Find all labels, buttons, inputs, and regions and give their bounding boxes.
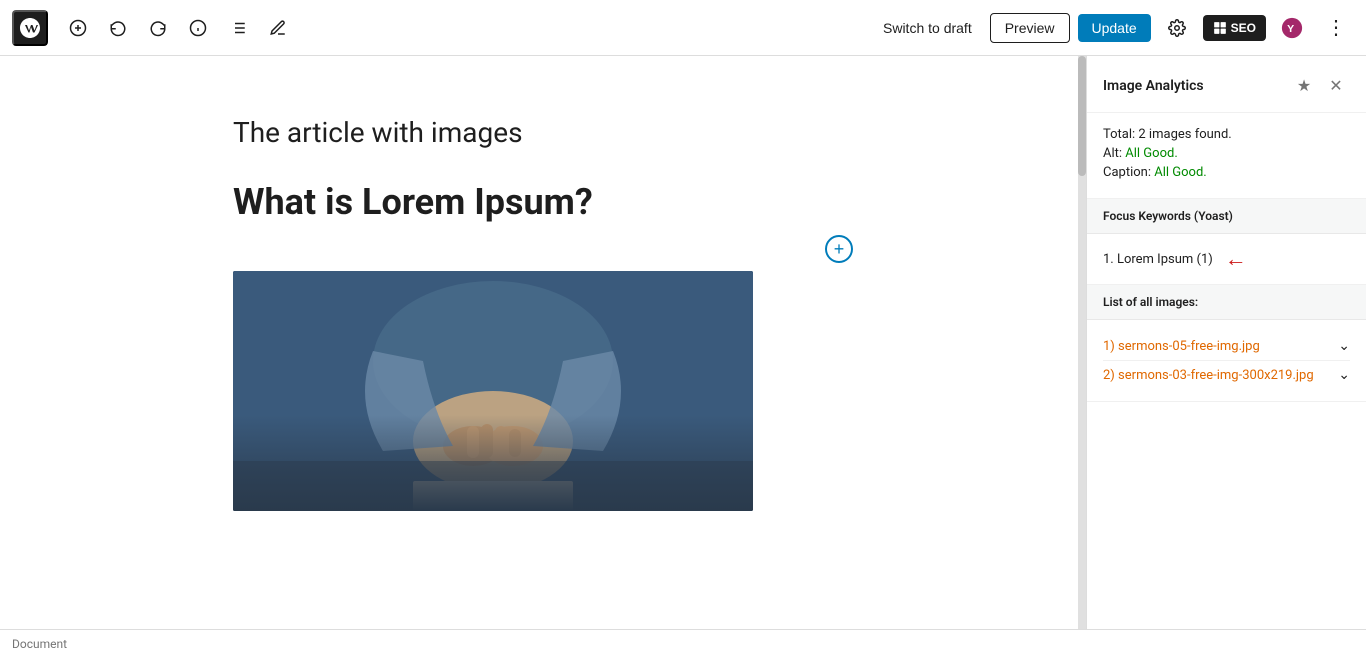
svg-text:Y: Y bbox=[1287, 22, 1294, 34]
sidebar-header-actions: ★ ✕ bbox=[1290, 72, 1350, 100]
chevron-down-icon-1[interactable]: ⌄ bbox=[1338, 338, 1350, 354]
keyword-row: 1. Lorem Ipsum (1) ← bbox=[1087, 234, 1366, 285]
status-bar: Document bbox=[0, 629, 1366, 657]
editor-scrollbar-track[interactable] bbox=[1078, 56, 1086, 629]
tools-button[interactable] bbox=[260, 10, 296, 46]
editor-content: The article with images What is Lorem Ip… bbox=[193, 56, 893, 551]
preview-button[interactable]: Preview bbox=[990, 13, 1070, 43]
main-layout: The article with images What is Lorem Ip… bbox=[0, 56, 1366, 629]
more-options-button[interactable]: ⋮ bbox=[1318, 10, 1354, 46]
info-button[interactable] bbox=[180, 10, 216, 46]
add-block-container: + bbox=[233, 235, 853, 263]
seo-label: SEO bbox=[1231, 21, 1256, 35]
update-button[interactable]: Update bbox=[1078, 14, 1151, 42]
toolbar-right: Switch to draft Preview Update SEO Y ⋮ bbox=[873, 10, 1354, 46]
editor-scrollbar-thumb[interactable] bbox=[1078, 56, 1086, 176]
article-heading[interactable]: What is Lorem Ipsum? bbox=[233, 181, 853, 223]
image-link-1[interactable]: 1) sermons-05-free-img.jpg bbox=[1103, 339, 1338, 354]
add-icon: + bbox=[834, 240, 845, 258]
add-block-toolbar-button[interactable] bbox=[60, 10, 96, 46]
caption-stat-row: Caption: All Good. bbox=[1103, 165, 1350, 180]
star-icon: ★ bbox=[1297, 76, 1311, 96]
close-icon: ✕ bbox=[1329, 76, 1342, 96]
chevron-down-icon-2[interactable]: ⌄ bbox=[1338, 367, 1350, 383]
total-images-stat: Total: 2 images found. bbox=[1103, 127, 1350, 142]
settings-button[interactable] bbox=[1159, 10, 1195, 46]
seo-button[interactable]: SEO bbox=[1203, 15, 1266, 41]
keyword-item-text: 1. Lorem Ipsum (1) bbox=[1103, 252, 1213, 267]
redo-button[interactable] bbox=[140, 10, 176, 46]
alt-label: Alt: bbox=[1103, 146, 1122, 161]
switch-to-draft-button[interactable]: Switch to draft bbox=[873, 14, 982, 42]
article-image[interactable] bbox=[233, 271, 753, 511]
alt-value: All Good. bbox=[1125, 146, 1177, 161]
undo-button[interactable] bbox=[100, 10, 136, 46]
red-arrow-icon: ← bbox=[1225, 246, 1247, 272]
image-list-header: List of all images: bbox=[1087, 285, 1366, 320]
sidebar-title: Image Analytics bbox=[1103, 78, 1204, 94]
main-toolbar: Switch to draft Preview Update SEO Y ⋮ bbox=[0, 0, 1366, 56]
list-view-button[interactable] bbox=[220, 10, 256, 46]
image-list-item: 1) sermons-05-free-img.jpg ⌄ bbox=[1103, 332, 1350, 361]
image-link-2[interactable]: 2) sermons-03-free-img-300x219.jpg bbox=[1103, 368, 1338, 383]
sidebar-header: Image Analytics ★ ✕ bbox=[1087, 56, 1366, 113]
focus-keywords-header: Focus Keywords (Yoast) bbox=[1087, 199, 1366, 234]
yoast-button[interactable]: Y bbox=[1274, 10, 1310, 46]
caption-value: All Good. bbox=[1154, 165, 1206, 180]
toolbar-left bbox=[12, 10, 296, 46]
image-list-item-2: 2) sermons-03-free-img-300x219.jpg ⌄ bbox=[1103, 361, 1350, 389]
editor-area[interactable]: The article with images What is Lorem Ip… bbox=[0, 56, 1086, 629]
add-block-inline-button[interactable]: + bbox=[825, 235, 853, 263]
caption-label: Caption: bbox=[1103, 165, 1151, 180]
image-list-section: 1) sermons-05-free-img.jpg ⌄ 2) sermons-… bbox=[1087, 320, 1366, 402]
wordpress-logo-button[interactable] bbox=[12, 10, 48, 46]
sidebar-body: Total: 2 images found. Alt: All Good. Ca… bbox=[1087, 113, 1366, 629]
status-bar-label: Document bbox=[12, 637, 67, 651]
sidebar-close-button[interactable]: ✕ bbox=[1322, 72, 1350, 100]
article-title[interactable]: The article with images bbox=[233, 116, 853, 149]
sidebar-star-button[interactable]: ★ bbox=[1290, 72, 1318, 100]
analytics-section: Total: 2 images found. Alt: All Good. Ca… bbox=[1087, 113, 1366, 199]
alt-stat-row: Alt: All Good. bbox=[1103, 146, 1350, 161]
right-sidebar: Image Analytics ★ ✕ Total: 2 images foun… bbox=[1086, 56, 1366, 629]
